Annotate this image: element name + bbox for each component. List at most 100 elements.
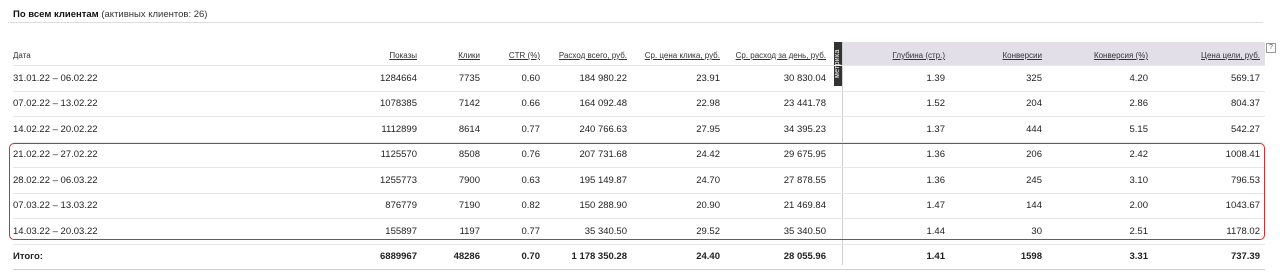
column-header-ctr[interactable]: CTR (%) [509,42,540,65]
cell-date: 14.02.22 – 20.02.22 [13,123,98,135]
cell-date: 07.03.22 – 13.03.22 [13,200,98,212]
table-row: 07.02.22 – 13.02.22 1078385 7142 0.66 16… [13,92,1265,117]
cell-total-cost: 240 766.63 [579,123,627,135]
report-header: По всем клиентам (активных клиентов: 26) [13,9,207,20]
cell-avg-daily-cost: 35 340.50 [783,225,826,237]
cell-avg-daily-cost: 27 878.55 [783,174,826,186]
cell-goal-price: 1178.02 [1226,225,1260,237]
cell-impressions: 1078385 [380,98,417,110]
cell-conversion-rate: 2.42 [1129,149,1149,161]
table-row: 07.03.22 – 13.03.22 876779 7190 0.82 150… [13,194,1265,219]
cell-conversion-rate: 5.15 [1129,123,1149,135]
cell-impressions: 1125570 [380,149,417,161]
cell-avg-daily-cost: 34 395.23 [783,123,826,135]
column-header-conversions[interactable]: Конверсии [1002,42,1042,65]
total-goal-price: 737.39 [1230,251,1260,263]
cell-ctr: 0.76 [521,149,541,161]
cell-clicks: 7142 [458,98,480,110]
cell-clicks: 7900 [458,174,480,186]
total-cost: 1 178 350.28 [571,251,627,263]
cell-depth: 1.37 [926,123,946,135]
cell-date: 14.03.22 – 20.03.22 [13,225,98,237]
column-header-clicks[interactable]: Клики [458,42,480,65]
stats-table: Дата Показы Клики CTR (%) Расход всего, … [13,42,1265,270]
table-row: 28.02.22 – 06.03.22 1255773 7900 0.63 19… [13,168,1265,194]
cell-conversion-rate: 2.00 [1129,200,1149,212]
cell-impressions: 1112899 [381,123,417,135]
column-header-avg-click-price[interactable]: Ср. цена клика, руб. [645,42,720,65]
cell-avg-click-price: 22.98 [696,98,720,110]
cell-avg-daily-cost: 29 675.95 [783,149,826,161]
cell-impressions: 1284664 [380,72,417,84]
cell-total-cost: 150 288.90 [579,200,627,212]
total-clicks: 48286 [453,251,480,263]
cell-ctr: 0.60 [521,72,541,84]
table-row: 14.03.22 – 20.03.22 155897 1197 0.77 35 … [13,219,1265,245]
table-row: 14.02.22 – 20.02.22 1112899 8614 0.77 24… [13,117,1265,143]
column-header-impressions[interactable]: Показы [389,42,417,65]
total-depth: 1.41 [926,251,946,263]
cell-ctr: 0.77 [521,123,541,135]
cell-conversions: 30 [1031,225,1042,237]
cell-depth: 1.36 [926,149,946,161]
cell-conversions: 325 [1026,72,1042,84]
cell-impressions: 1255773 [380,174,417,186]
total-avg-daily-cost: 28 055.96 [783,251,826,263]
cell-date: 28.02.22 – 06.03.22 [13,174,98,186]
total-ctr: 0.70 [521,251,541,263]
cell-date: 31.01.22 – 06.02.22 [13,72,98,84]
cell-total-cost: 207 731.68 [579,149,627,161]
cell-conversions: 144 [1026,200,1042,212]
cell-conversions: 204 [1026,98,1042,110]
cell-conversions: 245 [1026,174,1042,186]
total-conversion-rate: 3.31 [1129,251,1149,263]
column-header-date: Дата [13,51,31,60]
cell-goal-price: 542.27 [1230,123,1260,135]
cell-avg-click-price: 20.90 [696,200,720,212]
cell-ctr: 0.77 [521,225,541,237]
table-row: 31.01.22 – 06.02.22 1284664 7735 0.60 18… [13,66,1265,92]
cell-goal-price: 1043.67 [1225,200,1260,212]
total-avg-click-price: 24.40 [696,251,720,263]
cell-ctr: 0.66 [521,98,541,110]
cell-avg-click-price: 27.95 [696,123,720,135]
total-conversions: 1598 [1020,251,1042,263]
column-header-conversion-rate[interactable]: Конверсия (%) [1094,42,1148,65]
cell-conversions: 206 [1026,149,1042,161]
cell-ctr: 0.82 [521,200,541,212]
cell-depth: 1.52 [926,98,946,110]
report-title: По всем клиентам [13,9,99,20]
cell-impressions: 876779 [385,200,417,212]
cell-conversions: 444 [1026,123,1042,135]
cell-depth: 1.44 [926,225,946,237]
column-header-avg-daily-cost[interactable]: Ср. расход за день, руб. [736,42,826,65]
cell-clicks: 8614 [458,123,480,135]
cell-conversion-rate: 2.51 [1129,225,1149,237]
column-header-depth[interactable]: Глубина (стр.) [893,42,945,65]
cell-avg-click-price: 23.91 [696,72,720,84]
cell-clicks: 7190 [458,200,480,212]
cell-clicks: 7735 [458,72,480,84]
cell-total-cost: 195 149.87 [579,174,627,186]
total-label: Итого: [13,251,43,263]
column-header-total-cost[interactable]: Расход всего, руб. [559,42,627,65]
cell-avg-daily-cost: 21 469.84 [783,200,826,212]
cell-conversion-rate: 2.86 [1129,98,1149,110]
cell-conversion-rate: 3.10 [1129,174,1149,186]
report-subtitle: (активных клиентов: 26) [101,9,208,20]
table-header-row: Дата Показы Клики CTR (%) Расход всего, … [13,42,1265,66]
table-row: 21.02.22 – 27.02.22 1125570 8508 0.76 20… [13,143,1265,168]
column-header-goal-price[interactable]: Цена цели, руб. [1201,42,1260,65]
table-total-row: Итого: 6889967 48286 0.70 1 178 350.28 2… [13,245,1265,270]
cell-conversion-rate: 4.20 [1129,72,1149,84]
help-icon[interactable]: ? [1266,43,1276,53]
cell-impressions: 155897 [385,225,417,237]
cell-avg-click-price: 29.52 [696,225,720,237]
cell-date: 07.02.22 – 13.02.22 [13,98,98,110]
cell-avg-click-price: 24.70 [696,174,720,186]
total-impressions: 6889967 [380,251,417,263]
cell-total-cost: 184 980.22 [579,72,627,84]
cell-goal-price: 569.17 [1230,72,1260,84]
cell-depth: 1.36 [926,174,946,186]
cell-avg-daily-cost: 23 441.78 [783,98,826,110]
